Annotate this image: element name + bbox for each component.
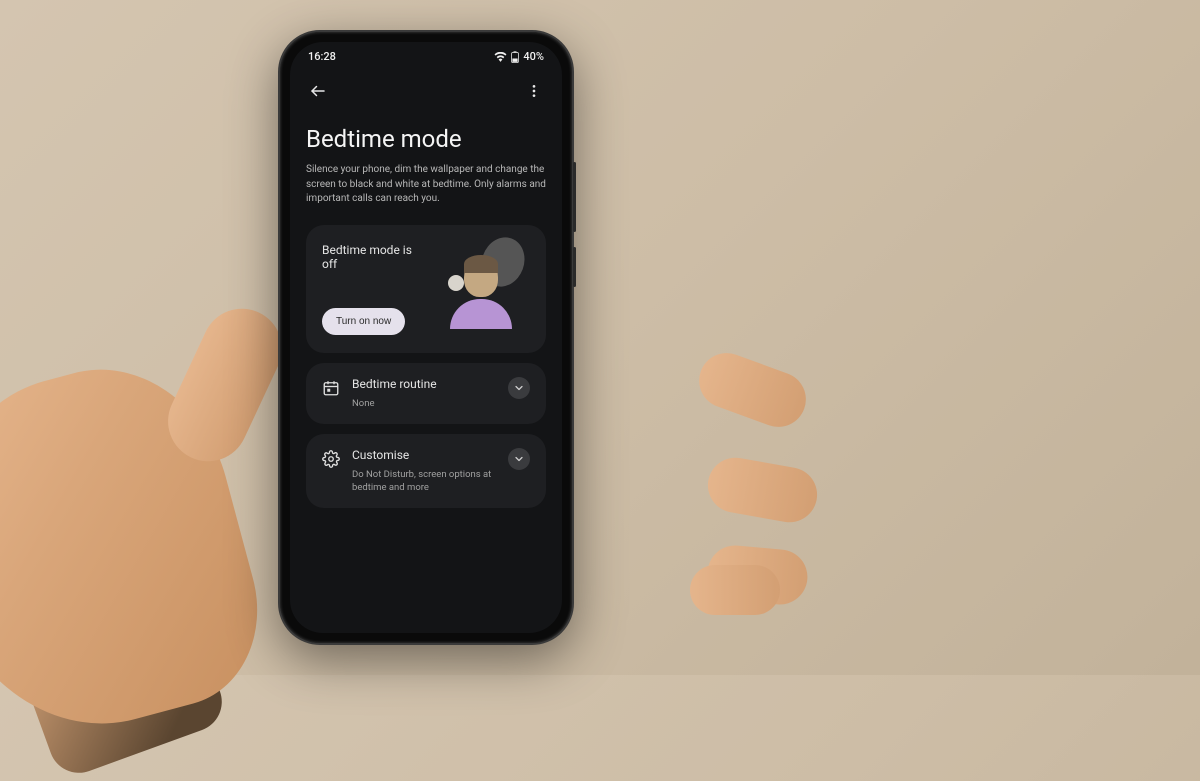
customise-card[interactable]: Customise Do Not Disturb, screen options… — [306, 434, 546, 509]
turn-on-now-button[interactable]: Turn on now — [322, 308, 405, 335]
chevron-down-icon[interactable] — [508, 448, 530, 470]
routine-card-subtitle: None — [352, 397, 496, 410]
chevron-down-icon[interactable] — [508, 377, 530, 399]
status-battery-percent: 40% — [523, 50, 544, 63]
customise-card-subtitle: Do Not Disturb, screen options at bedtim… — [352, 468, 496, 495]
more-options-button[interactable] — [520, 77, 548, 105]
bedtime-illustration — [430, 239, 530, 329]
back-button[interactable] — [304, 77, 332, 105]
customise-card-title: Customise — [352, 448, 496, 462]
app-bar — [290, 67, 562, 111]
calendar-icon — [322, 379, 340, 397]
wifi-icon — [494, 52, 507, 62]
bedtime-routine-card[interactable]: Bedtime routine None — [306, 363, 546, 424]
battery-icon — [511, 51, 519, 63]
status-bar: 16:28 40% — [290, 42, 562, 67]
phone-frame: 16:28 40% Bedtime mode Silence your phon — [278, 30, 574, 645]
page-description: Silence your phone, dim the wallpaper an… — [306, 163, 546, 207]
status-card-title: Bedtime mode is off — [322, 243, 430, 271]
phone-screen: 16:28 40% Bedtime mode Silence your phon — [290, 42, 562, 633]
gear-icon — [322, 450, 340, 468]
routine-card-title: Bedtime routine — [352, 377, 496, 391]
status-time: 16:28 — [308, 50, 336, 63]
status-card: Bedtime mode is off Turn on now — [306, 225, 546, 353]
page-title: Bedtime mode — [306, 125, 546, 153]
